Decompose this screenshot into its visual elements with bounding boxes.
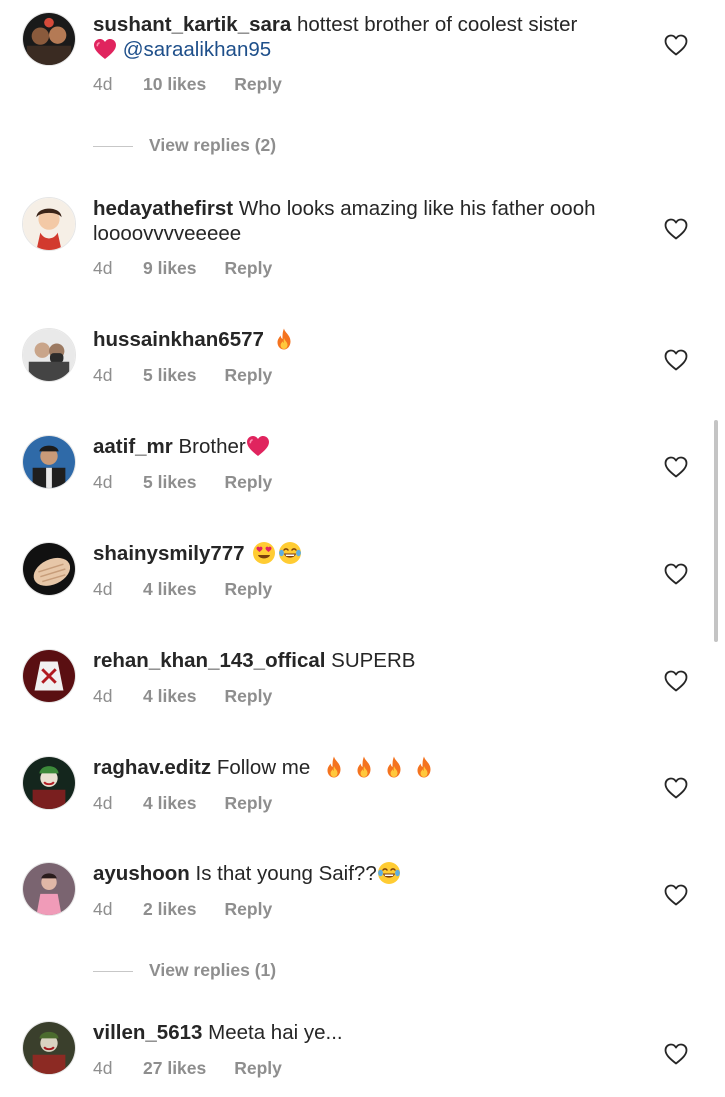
comment-text: raghav.editz Follow me	[93, 755, 638, 780]
fire-emoji	[322, 755, 346, 779]
reply-button[interactable]: Reply	[225, 365, 273, 386]
view-replies-label: View replies (1)	[149, 960, 277, 980]
like-heart-icon[interactable]	[664, 884, 688, 906]
reply-button[interactable]: Reply	[225, 793, 273, 814]
comment-text: sushant_kartik_sara hottest brother of c…	[93, 12, 638, 62]
comment-username[interactable]: hedayathefirst	[93, 197, 233, 220]
comment-age: 4d	[93, 258, 113, 278]
comment-username[interactable]: shainysmily777	[93, 542, 245, 565]
reply-button[interactable]: Reply	[234, 74, 282, 95]
avatar[interactable]	[22, 328, 76, 382]
comment-age: 4d	[93, 472, 113, 492]
reply-button[interactable]: Reply	[225, 899, 273, 920]
avatar[interactable]	[22, 649, 76, 703]
reply-button[interactable]: Reply	[225, 258, 273, 279]
likes-count[interactable]: 4 likes	[143, 793, 197, 814]
fire-emoji	[352, 755, 376, 779]
comment-text: hussainkhan6577	[93, 327, 638, 352]
comment-username[interactable]: aatif_mr	[93, 435, 173, 458]
red-heart-emoji	[93, 37, 117, 61]
view-replies-button[interactable]: View replies (2)	[93, 135, 276, 156]
fire-emoji	[272, 327, 296, 351]
avatar[interactable]	[22, 197, 76, 251]
comment-text: aatif_mr Brother	[93, 434, 638, 459]
avatar[interactable]	[22, 435, 76, 489]
mention-link[interactable]: @saraalikhan95	[123, 38, 271, 61]
likes-count[interactable]: 27 likes	[143, 1058, 206, 1079]
divider-line	[93, 145, 133, 147]
fire-emoji	[382, 755, 406, 779]
like-heart-icon[interactable]	[664, 349, 688, 371]
avatar[interactable]	[22, 1021, 76, 1075]
comment-meta: 4d 5 likes Reply	[93, 365, 272, 386]
comment-meta: 4d 4 likes Reply	[93, 686, 272, 707]
comment-text: shainysmily777	[93, 541, 638, 566]
like-heart-icon[interactable]	[664, 456, 688, 478]
comment-body: Brother	[178, 435, 246, 458]
comment-meta: 4d 5 likes Reply	[93, 472, 272, 493]
comment-age: 4d	[93, 686, 113, 706]
comment-text: ayushoon Is that young Saif??	[93, 861, 638, 886]
likes-count[interactable]: 4 likes	[143, 579, 197, 600]
reply-button[interactable]: Reply	[225, 472, 273, 493]
comment-meta: 4d 4 likes Reply	[93, 793, 272, 814]
tears-of-joy-emoji	[278, 541, 302, 565]
like-heart-icon[interactable]	[664, 777, 688, 799]
likes-count[interactable]: 9 likes	[143, 258, 197, 279]
likes-count[interactable]: 10 likes	[143, 74, 206, 95]
comment-body: SUPERB	[331, 649, 416, 672]
view-replies-button[interactable]: View replies (1)	[93, 960, 276, 981]
avatar[interactable]	[22, 12, 76, 66]
comment-meta: 4d 2 likes Reply	[93, 899, 272, 920]
comment-username[interactable]: raghav.editz	[93, 756, 211, 779]
comment-text: villen_5613 Meeta hai ye...	[93, 1020, 638, 1045]
comment-age: 4d	[93, 899, 113, 919]
divider-line	[93, 970, 133, 972]
comment-meta: 4d 10 likes Reply	[93, 74, 282, 95]
like-heart-icon[interactable]	[664, 563, 688, 585]
comment-username[interactable]: hussainkhan6577	[93, 328, 264, 351]
comment-username[interactable]: villen_5613	[93, 1021, 202, 1044]
comment-age: 4d	[93, 579, 113, 599]
comment-username[interactable]: rehan_khan_143_offical	[93, 649, 325, 672]
comment-body: Follow me	[216, 756, 311, 779]
like-heart-icon[interactable]	[664, 1043, 688, 1065]
avatar[interactable]	[22, 862, 76, 916]
like-heart-icon[interactable]	[664, 218, 688, 240]
comment-body: hottest brother of coolest sister	[297, 13, 578, 36]
comment-meta: 4d 27 likes Reply	[93, 1058, 282, 1079]
heart-eyes-emoji	[252, 541, 276, 565]
comment-meta: 4d 9 likes Reply	[93, 258, 272, 279]
avatar[interactable]	[22, 542, 76, 596]
comment-text: rehan_khan_143_offical SUPERB	[93, 648, 638, 673]
likes-count[interactable]: 5 likes	[143, 472, 197, 493]
fire-emoji	[412, 755, 436, 779]
avatar[interactable]	[22, 756, 76, 810]
comment-age: 4d	[93, 365, 113, 385]
comment-text: hedayathefirst Who looks amazing like hi…	[93, 196, 638, 246]
comment-age: 4d	[93, 74, 113, 94]
scrollbar[interactable]	[714, 420, 718, 642]
comment-age: 4d	[93, 1058, 113, 1078]
reply-button[interactable]: Reply	[234, 1058, 282, 1079]
comment-username[interactable]: ayushoon	[93, 862, 190, 885]
comment-username[interactable]: sushant_kartik_sara	[93, 13, 291, 36]
tears-of-joy-emoji	[377, 861, 401, 885]
likes-count[interactable]: 2 likes	[143, 899, 197, 920]
comment-age: 4d	[93, 793, 113, 813]
reply-button[interactable]: Reply	[225, 686, 273, 707]
view-replies-label: View replies (2)	[149, 135, 277, 155]
reply-button[interactable]: Reply	[225, 579, 273, 600]
like-heart-icon[interactable]	[664, 34, 688, 56]
comment-body: Is that young Saif??	[195, 862, 377, 885]
comment-meta: 4d 4 likes Reply	[93, 579, 272, 600]
like-heart-icon[interactable]	[664, 670, 688, 692]
likes-count[interactable]: 5 likes	[143, 365, 197, 386]
likes-count[interactable]: 4 likes	[143, 686, 197, 707]
comment-body: Meeta hai ye...	[208, 1021, 343, 1044]
red-heart-emoji	[246, 434, 270, 458]
